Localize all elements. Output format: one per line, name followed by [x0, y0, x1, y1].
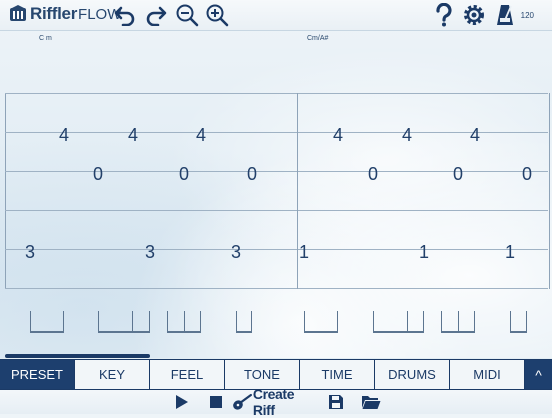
- tab-string-1: [5, 93, 548, 94]
- tab-string-3: [5, 171, 548, 172]
- rhythm-beam: [236, 311, 252, 333]
- tab-note[interactable]: 1: [505, 243, 515, 261]
- tab-note[interactable]: 3: [25, 243, 35, 261]
- settings-button[interactable]: [462, 3, 486, 27]
- rhythm-beam: [510, 311, 527, 333]
- tab-string-2: [5, 132, 548, 133]
- undo-icon: [114, 6, 135, 26]
- tab-feel[interactable]: FEEL: [150, 360, 225, 389]
- tab-note[interactable]: 4: [402, 126, 412, 144]
- tab-preset[interactable]: PRESET: [0, 360, 75, 389]
- tab-note[interactable]: 4: [128, 126, 138, 144]
- transport-bar: Create Riff: [0, 386, 552, 418]
- rhythm-beam: [373, 311, 424, 333]
- stop-icon: [210, 396, 222, 408]
- tab-string-6: [5, 288, 548, 289]
- app-logo: Riffler FLOW: [8, 4, 121, 24]
- rhythm-beam: [98, 311, 150, 333]
- open-button[interactable]: [360, 393, 382, 411]
- play-icon: [176, 395, 188, 409]
- tab-tone[interactable]: TONE: [225, 360, 300, 389]
- rhythm-stem: [132, 311, 133, 333]
- save-icon: [329, 395, 343, 409]
- create-riff-button[interactable]: Create Riff: [231, 386, 319, 418]
- stop-button[interactable]: [207, 393, 225, 411]
- rhythm-stem: [458, 311, 459, 333]
- chord-label[interactable]: C m: [39, 35, 52, 42]
- tab-note[interactable]: 3: [231, 243, 241, 261]
- redo-icon: [146, 6, 167, 26]
- rhythm-stem: [184, 311, 185, 333]
- zoom-in-icon: [206, 4, 229, 27]
- playback-progress[interactable]: [5, 354, 150, 358]
- rhythm-beam: [304, 311, 338, 333]
- chord-label[interactable]: Cm/A#: [307, 35, 328, 42]
- redo-button[interactable]: [144, 3, 168, 27]
- metronome-icon: [497, 5, 513, 25]
- tab-note[interactable]: 0: [522, 165, 532, 183]
- zoom-out-icon: [176, 4, 199, 27]
- help-icon: [436, 3, 452, 27]
- rhythm-beam: [30, 311, 64, 333]
- tab-string-4: [5, 210, 548, 211]
- tab-drums[interactable]: DRUMS: [375, 360, 450, 389]
- rhythm-stem: [407, 311, 408, 333]
- tab-note[interactable]: 1: [419, 243, 429, 261]
- save-button[interactable]: [326, 393, 346, 411]
- tab-note[interactable]: 0: [93, 165, 103, 183]
- tempo-value[interactable]: 120: [521, 11, 534, 20]
- tab-key[interactable]: KEY: [75, 360, 150, 389]
- zoom-out-button[interactable]: [175, 3, 199, 27]
- brand-name: Riffler: [30, 4, 78, 23]
- tab-note[interactable]: 0: [179, 165, 189, 183]
- undo-button[interactable]: [113, 3, 137, 27]
- tab-time[interactable]: TIME: [300, 360, 375, 389]
- tab-note[interactable]: 0: [368, 165, 378, 183]
- tab-note[interactable]: 0: [453, 165, 463, 183]
- folder-icon: [362, 396, 381, 409]
- tab-note[interactable]: 0: [247, 165, 257, 183]
- help-button[interactable]: [432, 3, 456, 27]
- tab-midi[interactable]: MIDI: [450, 360, 525, 389]
- create-riff-label: Create Riff: [252, 386, 295, 418]
- tab-note[interactable]: 3: [145, 243, 155, 261]
- tab-note[interactable]: 4: [470, 126, 480, 144]
- tab-note[interactable]: 4: [59, 126, 69, 144]
- tab-staff[interactable]: [5, 93, 550, 289]
- tab-string-5: [5, 249, 548, 250]
- logo-icon: [10, 5, 26, 21]
- gear-icon: [464, 5, 484, 25]
- tab-note[interactable]: 4: [333, 126, 343, 144]
- expand-panel-button[interactable]: ^: [525, 360, 552, 389]
- top-toolbar: Riffler FLOW 120: [0, 0, 552, 31]
- zoom-in-button[interactable]: [205, 3, 229, 27]
- tab-note[interactable]: 1: [299, 243, 309, 261]
- guitar-icon: [233, 393, 253, 410]
- bar-line: [297, 93, 298, 289]
- play-button[interactable]: [173, 393, 191, 411]
- metronome-button[interactable]: [493, 3, 517, 27]
- tab-note[interactable]: 4: [196, 126, 206, 144]
